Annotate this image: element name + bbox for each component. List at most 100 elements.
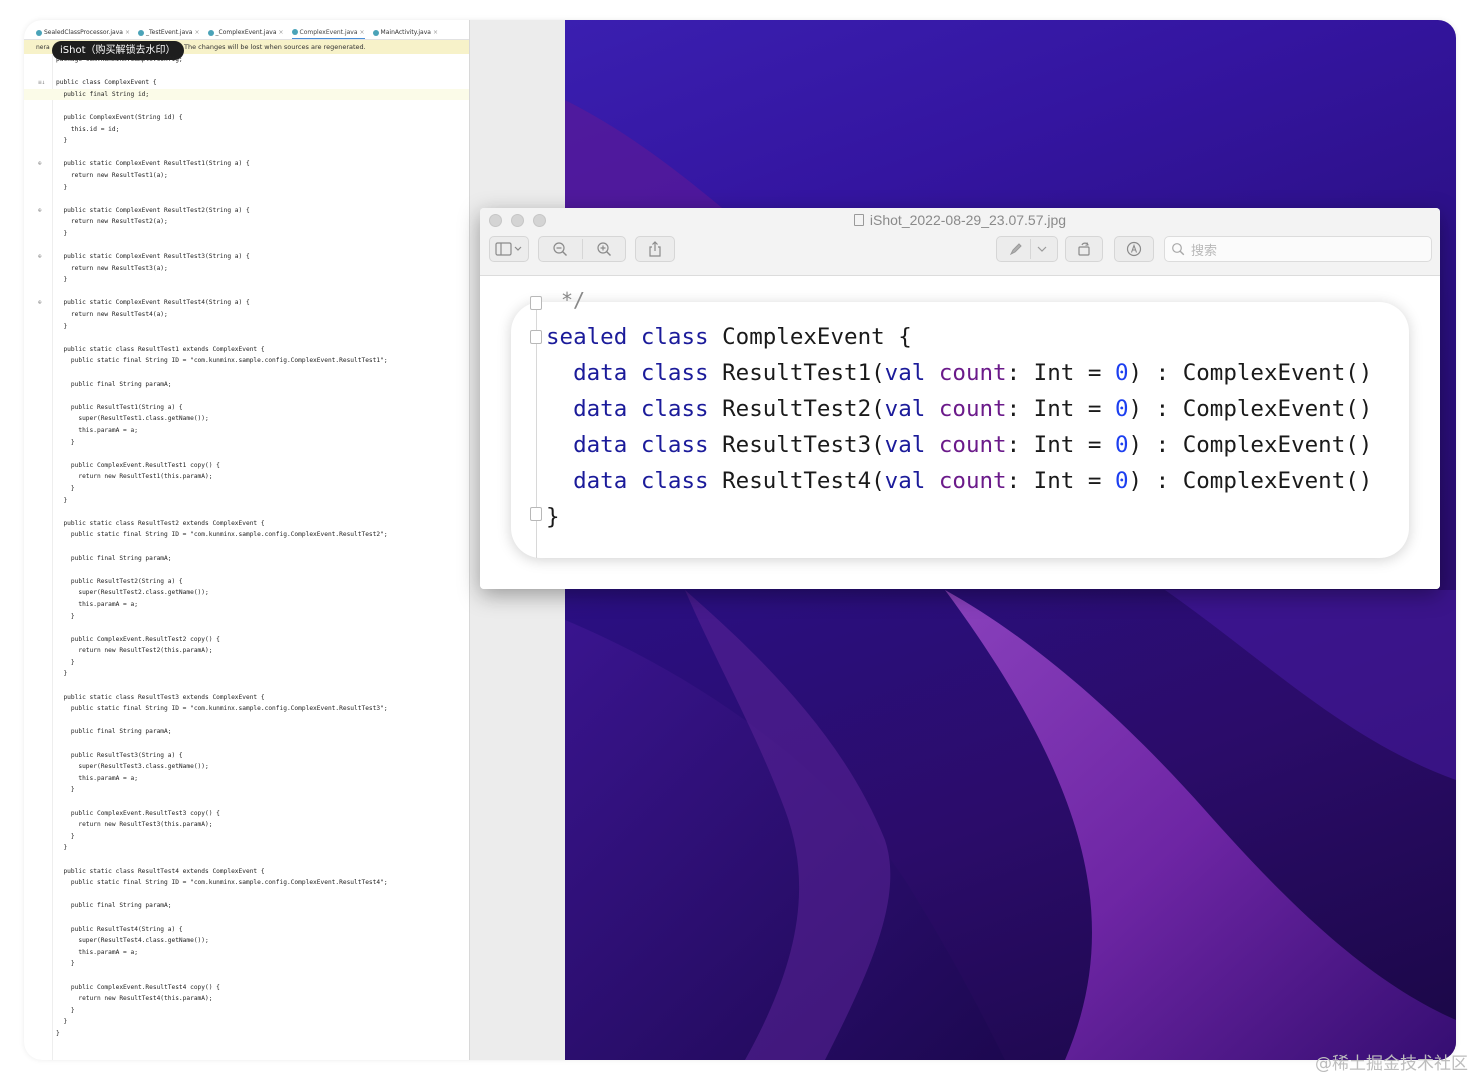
code-text: public ResultTest3(String a) { (56, 751, 183, 759)
zoom-out-button[interactable] (539, 241, 582, 257)
code-text: } (56, 786, 75, 794)
code-line: public ComplexEvent.ResultTest1 copy() { (24, 460, 469, 472)
code-line: public final String id; (24, 88, 469, 101)
gutter-marker-icon[interactable]: ⊕ (38, 251, 42, 263)
banner-prefix: nera (36, 43, 50, 51)
code-token: class (640, 360, 709, 386)
zoom-out-icon (553, 242, 568, 256)
gutter-marker-icon[interactable]: ⊕ (38, 297, 42, 309)
rotate-icon (1078, 242, 1090, 256)
editor-tab[interactable]: ComplexEvent.java × (291, 26, 365, 39)
sidebar-toggle-button[interactable] (489, 236, 529, 262)
kotlin-code-line: data class ResultTest2(val count: Int = … (546, 394, 1372, 424)
code-line: super(ResultTest3.class.getName()); (24, 761, 469, 773)
code-text: } (56, 1029, 60, 1037)
close-tab-icon[interactable]: × (433, 29, 438, 36)
editor-tab[interactable]: SealedClassProcessor.java × (36, 26, 130, 39)
code-line: return new ResultTest1(this.paramA); (24, 471, 469, 483)
code-token: class (640, 432, 709, 458)
kotlin-code-line: sealed class ComplexEvent { (546, 322, 912, 352)
code-token: ResultTest2( (708, 396, 885, 422)
code-text: } (56, 438, 75, 446)
code-line: ≡↓ public class ComplexEvent { (24, 77, 469, 89)
comment-end-partial: */ (561, 288, 586, 312)
annotate-button[interactable] (1114, 236, 1154, 262)
search-field[interactable]: 搜索 (1164, 236, 1432, 262)
zoom-in-button[interactable] (582, 241, 625, 257)
code-text: return new ResultTest4(a); (56, 311, 168, 319)
fold-marker-top[interactable] (530, 296, 542, 310)
code-line: public static final String ID = "com.kun… (24, 703, 469, 715)
java-file-icon (36, 29, 42, 36)
code-token: 0 (1114, 468, 1129, 494)
code-token: : Int = (1006, 360, 1115, 386)
code-text: public static ComplexEvent ResultTest4(S… (56, 299, 250, 307)
code-text: return new ResultTest3(a); (56, 264, 168, 272)
code-text: package com.kunminx.sample.config; (56, 56, 183, 63)
window-titlebar: iShot_2022-08-29_23.07.57.jpg 搜索 (480, 208, 1440, 276)
code-line: } (24, 321, 469, 333)
editor-tab[interactable]: _ComplexEvent.java × (207, 26, 284, 39)
fold-marker-class-end[interactable] (530, 507, 542, 521)
preview-window: iShot_2022-08-29_23.07.57.jpg 搜索 */ seal… (480, 208, 1440, 589)
close-tab-icon[interactable]: × (194, 29, 199, 36)
code-line: public static final String ID = "com.kun… (24, 529, 469, 541)
code-token: val (884, 468, 926, 494)
code-token: 0 (1114, 432, 1129, 458)
code-text: } (56, 1006, 75, 1014)
code-line: return new ResultTest2(a); (24, 216, 469, 228)
code-text: public static final String ID = "com.kun… (56, 705, 388, 713)
editor-tab[interactable]: MainActivity.java × (372, 26, 438, 39)
java-file-icon (138, 29, 144, 36)
code-token: val (884, 396, 926, 422)
code-text: public static final String ID = "com.kun… (56, 357, 388, 365)
code-token: : Int = (1006, 396, 1115, 422)
code-line: public ResultTest1(String a) { (24, 402, 469, 414)
editor-tab[interactable]: _TestEvent.java × (138, 26, 200, 39)
code-line: } (24, 1005, 469, 1017)
code-line: public ResultTest2(String a) { (24, 576, 469, 588)
code-text: public ComplexEvent.ResultTest2 copy() { (56, 635, 220, 643)
code-line: public final String paramA; (24, 900, 469, 912)
code-line: } (24, 483, 469, 495)
code-text: super(ResultTest4.class.getName()); (56, 937, 209, 945)
gutter-marker-icon[interactable]: ⊕ (38, 205, 42, 217)
code-line: super(ResultTest2.class.getName()); (24, 587, 469, 599)
code-line: } (24, 437, 469, 449)
document-view[interactable]: */ sealed class ComplexEvent { data clas… (480, 277, 1440, 589)
code-line: super(ResultTest4.class.getName()); (24, 935, 469, 947)
code-line: return new ResultTest4(a); (24, 309, 469, 321)
banner-text: The changes will be lost when sources ar… (184, 43, 366, 51)
fold-marker-class-start[interactable] (530, 330, 542, 344)
share-button[interactable] (635, 236, 675, 262)
code-line: super(ResultTest1.class.getName()); (24, 413, 469, 425)
code-line: } (24, 842, 469, 854)
close-tab-icon[interactable]: × (360, 29, 365, 36)
code-text: return new ResultTest2(this.paramA); (56, 647, 213, 655)
code-line: this.id = id; (24, 124, 469, 136)
close-tab-icon[interactable]: × (279, 29, 284, 36)
code-text: } (56, 670, 68, 678)
markup-button[interactable] (996, 236, 1058, 262)
code-line: } (24, 1016, 469, 1028)
code-text: } (56, 832, 75, 840)
code-line: ⊕ public static ComplexEvent ResultTest1… (24, 158, 469, 170)
code-token: data (573, 468, 628, 494)
code-token: data (573, 396, 628, 422)
code-line: public ComplexEvent.ResultTest2 copy() { (24, 634, 469, 646)
ide-code-view[interactable]: package com.kunminx.sample.config; ≡↓ publ… (24, 54, 469, 1039)
close-tab-icon[interactable]: × (125, 29, 130, 36)
code-text: } (56, 276, 68, 284)
gutter-marker-icon[interactable]: ≡↓ (38, 77, 45, 89)
gutter-marker-icon[interactable]: ⊕ (38, 158, 42, 170)
code-line: public final String paramA; (24, 553, 469, 565)
code-line: public ComplexEvent.ResultTest4 copy() { (24, 982, 469, 994)
rotate-button[interactable] (1065, 236, 1103, 262)
